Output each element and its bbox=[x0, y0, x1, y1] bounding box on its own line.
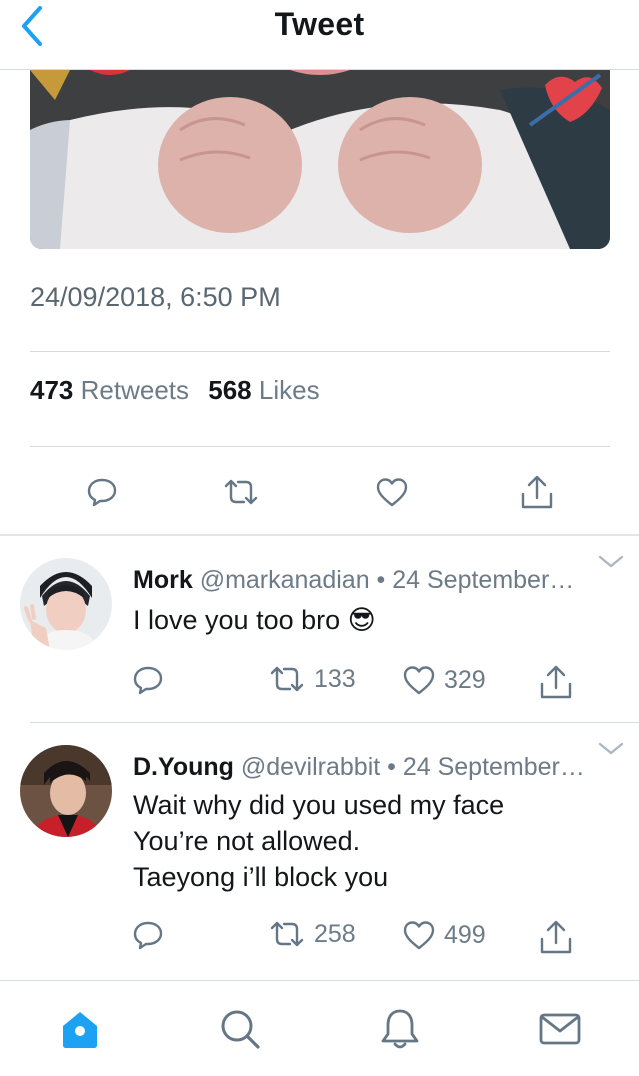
tab-search[interactable] bbox=[216, 1005, 264, 1053]
heart-icon bbox=[376, 478, 408, 507]
reply-author-name[interactable]: D.Young bbox=[133, 753, 234, 781]
reply-tweet[interactable]: D.Young @devilrabbit • 24 September… Wai… bbox=[0, 723, 639, 979]
share-button[interactable] bbox=[517, 468, 557, 516]
reply-button[interactable] bbox=[132, 664, 164, 696]
mail-icon bbox=[539, 1013, 581, 1045]
reply-header: D.Young @devilrabbit • 24 September… bbox=[133, 753, 585, 782]
share-button[interactable] bbox=[539, 664, 573, 700]
retweet-icon bbox=[270, 666, 304, 692]
divider bbox=[30, 446, 610, 447]
avatar-image bbox=[20, 745, 112, 837]
tab-home[interactable] bbox=[56, 1005, 104, 1053]
avatar-image bbox=[20, 558, 112, 650]
reply-icon bbox=[87, 478, 117, 507]
share-icon bbox=[521, 475, 553, 509]
search-icon bbox=[221, 1010, 260, 1049]
tweet-image[interactable] bbox=[30, 70, 610, 249]
retweet-button[interactable] bbox=[221, 468, 261, 516]
retweet-icon bbox=[270, 921, 304, 947]
page-title: Tweet bbox=[274, 6, 365, 42]
reply-handle-date: @markanadian • 24 September… bbox=[199, 566, 575, 594]
chevron-down-icon bbox=[598, 555, 624, 568]
avatar[interactable] bbox=[20, 745, 112, 837]
like-button[interactable] bbox=[372, 468, 412, 516]
bell-icon bbox=[381, 1009, 419, 1049]
tab-messages[interactable] bbox=[536, 1005, 584, 1053]
like-count: 499 bbox=[444, 920, 486, 949]
likes-count: 568 bbox=[208, 375, 252, 405]
retweet-icon bbox=[224, 479, 258, 505]
reply-header: Mork @markanadian • 24 September… bbox=[133, 566, 574, 595]
like-count: 329 bbox=[444, 665, 486, 694]
retweet-count: 258 bbox=[314, 919, 356, 948]
retweets-label: Retweets bbox=[80, 375, 190, 405]
reply-author-name[interactable]: Mork bbox=[133, 566, 193, 594]
reply-text-line: You’re not allowed. bbox=[133, 826, 361, 856]
share-icon bbox=[540, 665, 572, 699]
reply-button[interactable] bbox=[82, 468, 122, 516]
reply-actions: 258 499 bbox=[0, 919, 639, 959]
retweet-button[interactable]: 133 bbox=[268, 664, 356, 694]
reply-icon bbox=[133, 921, 163, 950]
tweet-stats: 473 Retweets 568 Likes bbox=[30, 375, 320, 406]
likes-stat[interactable]: 568 Likes bbox=[208, 375, 319, 405]
tab-notifications[interactable] bbox=[376, 1005, 424, 1053]
like-button[interactable]: 329 bbox=[402, 664, 486, 696]
like-button[interactable]: 499 bbox=[402, 919, 486, 951]
share-icon bbox=[540, 920, 572, 954]
reply-text-line: Wait why did you used my face bbox=[133, 790, 505, 820]
reply-tweet[interactable]: Mork @markanadian • 24 September… I love… bbox=[0, 536, 639, 722]
reply-text-line: Taeyong i’ll block you bbox=[133, 862, 389, 892]
chevron-down-icon bbox=[598, 742, 624, 755]
home-icon bbox=[63, 1012, 97, 1048]
reply-handle-date: @devilrabbit • 24 September… bbox=[240, 753, 585, 781]
reply-icon bbox=[133, 666, 163, 695]
avatar[interactable] bbox=[20, 558, 112, 650]
more-options-button[interactable] bbox=[597, 741, 625, 757]
reply-button[interactable] bbox=[132, 919, 164, 951]
share-button[interactable] bbox=[539, 919, 573, 955]
reply-text: Wait why did you used my face You’re not… bbox=[133, 787, 504, 895]
reply-text: I love you too bro 😎 bbox=[133, 602, 376, 638]
likes-label: Likes bbox=[258, 375, 320, 405]
reply-actions: 133 329 bbox=[0, 664, 639, 704]
retweet-count: 133 bbox=[314, 664, 356, 693]
retweet-button[interactable]: 258 bbox=[268, 919, 356, 949]
heart-icon bbox=[403, 666, 435, 695]
reply-text-line: I love you too bro 😎 bbox=[133, 605, 376, 635]
retweets-stat[interactable]: 473 Retweets bbox=[30, 375, 189, 405]
heart-icon bbox=[403, 921, 435, 950]
more-options-button[interactable] bbox=[597, 554, 625, 570]
tweet-photo bbox=[30, 70, 610, 249]
tweet-timestamp: 24/09/2018, 6:50 PM bbox=[30, 282, 281, 312]
retweets-count: 473 bbox=[30, 375, 74, 405]
tab-bar bbox=[0, 980, 639, 1076]
tweet-actions bbox=[0, 468, 639, 516]
divider bbox=[30, 351, 610, 352]
nav-bar: Tweet bbox=[0, 0, 639, 70]
